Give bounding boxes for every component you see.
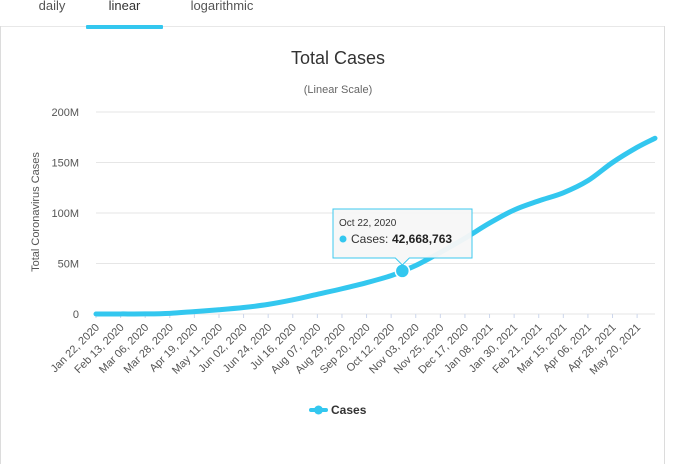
y-axis-title: Total Coronavirus Cases: [30, 152, 42, 272]
x-axis-ticks: Jan 22, 2020Feb 13, 2020Mar 06, 2020Mar …: [49, 314, 643, 377]
chart-area: Total Cases (Linear Scale) Total Coronav…: [30, 48, 658, 417]
y-tick-label: 100M: [51, 208, 79, 220]
y-axis-ticks: 0 50M 100M 150M 200M: [51, 107, 79, 321]
tooltip-series-marker: [339, 235, 347, 243]
legend-label-cases: Cases: [331, 403, 367, 417]
tooltip-value: 42,668,763: [392, 232, 452, 246]
chart-subtitle: (Linear Scale): [304, 84, 372, 96]
y-tick-label: 200M: [51, 107, 79, 119]
legend-marker: [314, 405, 323, 415]
y-tick-label: 50M: [58, 259, 79, 271]
tooltip-label: Cases:: [351, 232, 388, 246]
tooltip-date: Oct 22, 2020: [339, 218, 397, 229]
chart-title: Total Cases: [291, 48, 385, 68]
y-tick-label: 0: [73, 309, 79, 321]
hovered-point: [394, 263, 411, 279]
tooltip: Oct 22, 2020 Cases: 42,668,763: [332, 208, 473, 279]
legend[interactable]: Cases: [309, 403, 367, 417]
y-tick-label: 150M: [51, 158, 79, 170]
